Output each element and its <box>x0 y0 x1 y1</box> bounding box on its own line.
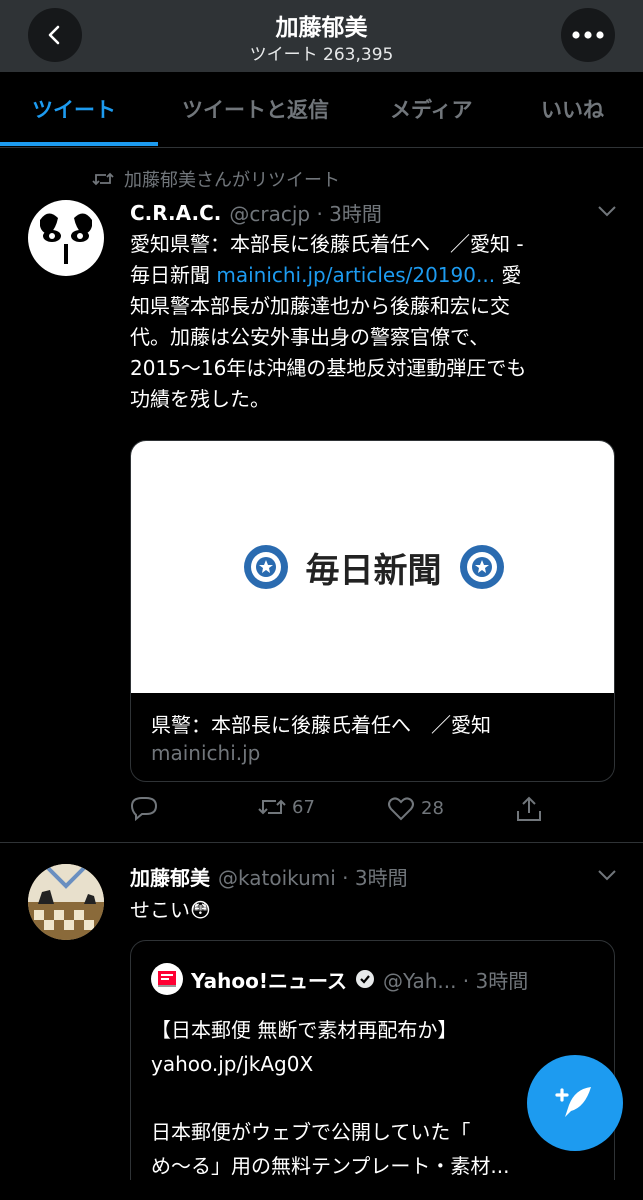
more-icon <box>572 31 604 39</box>
retweet-button[interactable]: 67 <box>258 795 315 819</box>
avatar-katoikumi[interactable] <box>28 864 104 940</box>
tweet2-header: 加藤郁美 @katoikumi · 3時間 <box>130 862 408 891</box>
mainichi-emblem-icon <box>243 545 288 589</box>
tab-bar-edge <box>0 1180 643 1200</box>
tweet1-actions: 67 28 <box>130 795 610 829</box>
avatar-crac[interactable] <box>28 200 104 276</box>
quote-handle: @Yah... · 3時間 <box>382 968 529 993</box>
retweet-note: 加藤郁美さんがリツイート <box>92 166 340 192</box>
quote-line-2[interactable]: yahoo.jp/jkAg0X <box>151 1047 601 1081</box>
tab-likes[interactable]: いいね <box>541 94 604 124</box>
profile-name: 加藤郁美 <box>275 15 368 41</box>
crac-logo-icon <box>40 213 92 264</box>
profile-header: 加藤郁美 ツイート 263,395 <box>0 0 643 72</box>
like-button[interactable]: 28 <box>387 795 444 821</box>
tweet1-author-name[interactable]: C.R.A.C. <box>130 201 221 225</box>
yahoo-news-icon <box>158 971 176 987</box>
tweet1-line-2: 毎日新聞 mainichi.jp/articles/20190... 愛 <box>130 263 522 287</box>
heart-icon <box>388 797 414 821</box>
retweet-icon <box>258 799 286 815</box>
card-image: 毎日新聞 <box>131 441 614 693</box>
reply-button[interactable] <box>130 795 158 821</box>
tweet1-text: 愛知県警：本部長に後藤氏着任へ ／愛知 - 毎日新聞 mainichi.jp/a… <box>130 229 610 415</box>
more-button[interactable] <box>561 8 615 62</box>
verified-badge-icon <box>355 970 374 988</box>
share-button[interactable] <box>515 795 543 823</box>
profile-tabs: ツイート ツイートと返信 メディア いいね <box>0 72 643 148</box>
compose-tweet-button[interactable] <box>527 1055 623 1151</box>
tweet2-author-name[interactable]: 加藤郁美 <box>130 862 210 891</box>
tweet1-line-3: 知県警本部長が加藤達也から後藤和宏に交 <box>130 294 510 318</box>
chevron-down-icon[interactable] <box>596 204 618 218</box>
tweet1-line-1: 愛知県警：本部長に後藤氏着任へ ／愛知 - <box>130 232 524 256</box>
link-card[interactable]: 毎日新聞 県警：本部長に後藤氏着任へ ／愛知 mainichi.jp <box>130 440 615 782</box>
tweet1-line-6: 功績を残した。 <box>130 387 270 411</box>
active-tab-indicator <box>0 142 158 146</box>
mainichi-emblem-icon <box>459 545 504 589</box>
card-logo-text: 毎日新聞 <box>305 550 442 591</box>
tweet1-handle[interactable]: @cracjp · 3時間 <box>229 198 382 227</box>
retweet-icon <box>92 172 114 186</box>
tweet-count: ツイート 263,395 <box>249 45 394 65</box>
quote-author-name: Yahoo!ニュース <box>191 968 347 993</box>
tab-media[interactable]: メディア <box>390 94 473 124</box>
card-title: 県警：本部長に後藤氏着任へ ／愛知 <box>151 713 491 737</box>
tweet1-header: C.R.A.C. @cracjp · 3時間 <box>130 198 382 227</box>
yahoo-avatar[interactable] <box>151 963 183 995</box>
chevron-down-icon[interactable] <box>596 868 618 882</box>
like-count: 28 <box>421 797 444 819</box>
reply-icon <box>130 797 158 821</box>
tweet1-link[interactable]: mainichi.jp/articles/20190... <box>216 263 495 287</box>
retweet-note-text: 加藤郁美さんがリツイート <box>124 170 340 191</box>
quote-header: Yahoo!ニュース @Yah... · 3時間 <box>151 963 528 995</box>
retweet-count: 67 <box>292 796 315 818</box>
compose-feather-icon <box>555 1087 591 1117</box>
tweet1-line-5: 2015〜16年は沖縄の基地反対運動弾圧でも <box>130 356 527 380</box>
tweet2-text: せこい😳 <box>130 898 211 922</box>
tweet2-handle[interactable]: @katoikumi · 3時間 <box>218 862 408 891</box>
quote-line-5: め〜る」用の無料テンプレート・素材... <box>151 1154 510 1178</box>
card-domain: mainichi.jp <box>151 741 261 765</box>
tweet-divider <box>0 842 643 843</box>
quote-line-1: 【日本郵便 無断で素材再配布か】 <box>151 1018 458 1042</box>
tweet1-line-4: 代。加藤は公安外事出身の警察官僚で、 <box>130 325 490 349</box>
avatar-image-icon <box>28 864 104 940</box>
tab-tweets-and-replies[interactable]: ツイートと返信 <box>182 94 329 124</box>
tab-tweets[interactable]: ツイート <box>32 94 116 124</box>
share-icon <box>517 796 541 821</box>
